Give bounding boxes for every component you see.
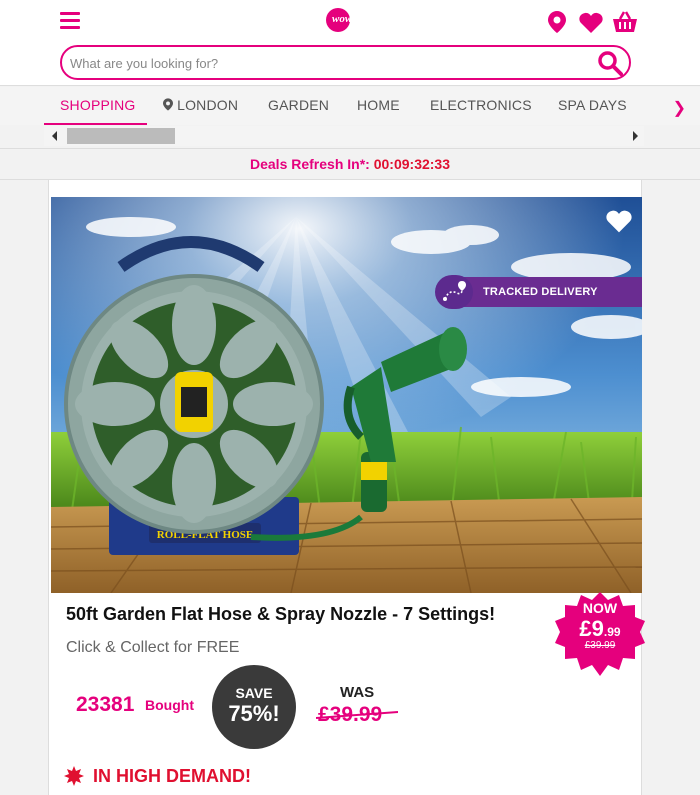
nav-scrollbar[interactable] [44, 126, 644, 146]
site-header: wowcher [0, 0, 700, 86]
deal-image[interactable]: ROLL-FLAT HOSE TRACKED DELIVERY [51, 197, 642, 593]
route-icon [435, 275, 473, 309]
nav-item-shopping[interactable]: SHOPPING [60, 97, 136, 113]
bought-count: 23381 [76, 693, 135, 716]
now-price-badge: NOW £9.99 £39.99 [554, 590, 646, 678]
save-badge: SAVE 75%! [212, 665, 296, 749]
refresh-label: Deals Refresh In*: [250, 156, 370, 172]
deal-subtitle: Click & Collect for FREE [66, 639, 240, 656]
tracked-delivery-badge: TRACKED DELIVERY [435, 275, 642, 309]
logo[interactable]: wowcher [326, 6, 374, 34]
tracked-delivery-label: TRACKED DELIVERY [483, 286, 598, 298]
search-icon[interactable] [597, 50, 623, 76]
basket-icon[interactable] [612, 10, 638, 34]
save-value: 75%! [228, 701, 280, 726]
heart-icon[interactable] [578, 10, 604, 34]
favorite-heart-icon[interactable] [606, 209, 632, 233]
nav-item-london-label: LONDON [177, 97, 239, 113]
scroll-right-icon[interactable] [633, 131, 638, 141]
now-price: £9 [579, 616, 604, 641]
nav-item-spa-days[interactable]: SPA DAYS [558, 97, 627, 113]
scrollbar-thumb[interactable] [67, 128, 175, 144]
nav-item-home[interactable]: HOME [357, 97, 400, 113]
location-icon [163, 98, 173, 111]
nav-item-electronics[interactable]: ELECTRONICS [430, 97, 532, 113]
nav-item-garden[interactable]: GARDEN [268, 97, 329, 113]
search-input[interactable] [70, 53, 570, 73]
nav-item-london[interactable]: LONDON [163, 97, 238, 113]
now-label: NOW [582, 600, 618, 616]
was-label: WAS [340, 684, 375, 701]
save-label: SAVE [235, 685, 273, 701]
deal-title[interactable]: 50ft Garden Flat Hose & Spray Nozzle - 7… [66, 604, 495, 625]
location-icon[interactable] [544, 10, 570, 34]
deals-refresh-bar: Deals Refresh In*: 00:09:32:33 [0, 148, 700, 180]
category-nav: SHOPPING LONDON GARDEN HOME ELECTRONICS … [0, 87, 700, 125]
search-box [60, 45, 631, 80]
high-demand-text: IN HIGH DEMAND! [93, 766, 251, 786]
refresh-timer: 00:09:32:33 [373, 156, 450, 172]
now-price-pence: .99 [603, 625, 621, 639]
menu-icon[interactable] [60, 12, 80, 29]
logo-text: wowcher [332, 13, 373, 25]
bought-label: Bought [145, 697, 194, 713]
was-price-strikethrough [316, 711, 398, 719]
fire-icon [64, 766, 84, 786]
active-tab-indicator [44, 123, 147, 125]
scroll-left-icon[interactable] [52, 131, 57, 141]
now-old-price: £39.99 [584, 640, 616, 651]
chevron-right-icon[interactable]: ❯ [673, 98, 686, 118]
